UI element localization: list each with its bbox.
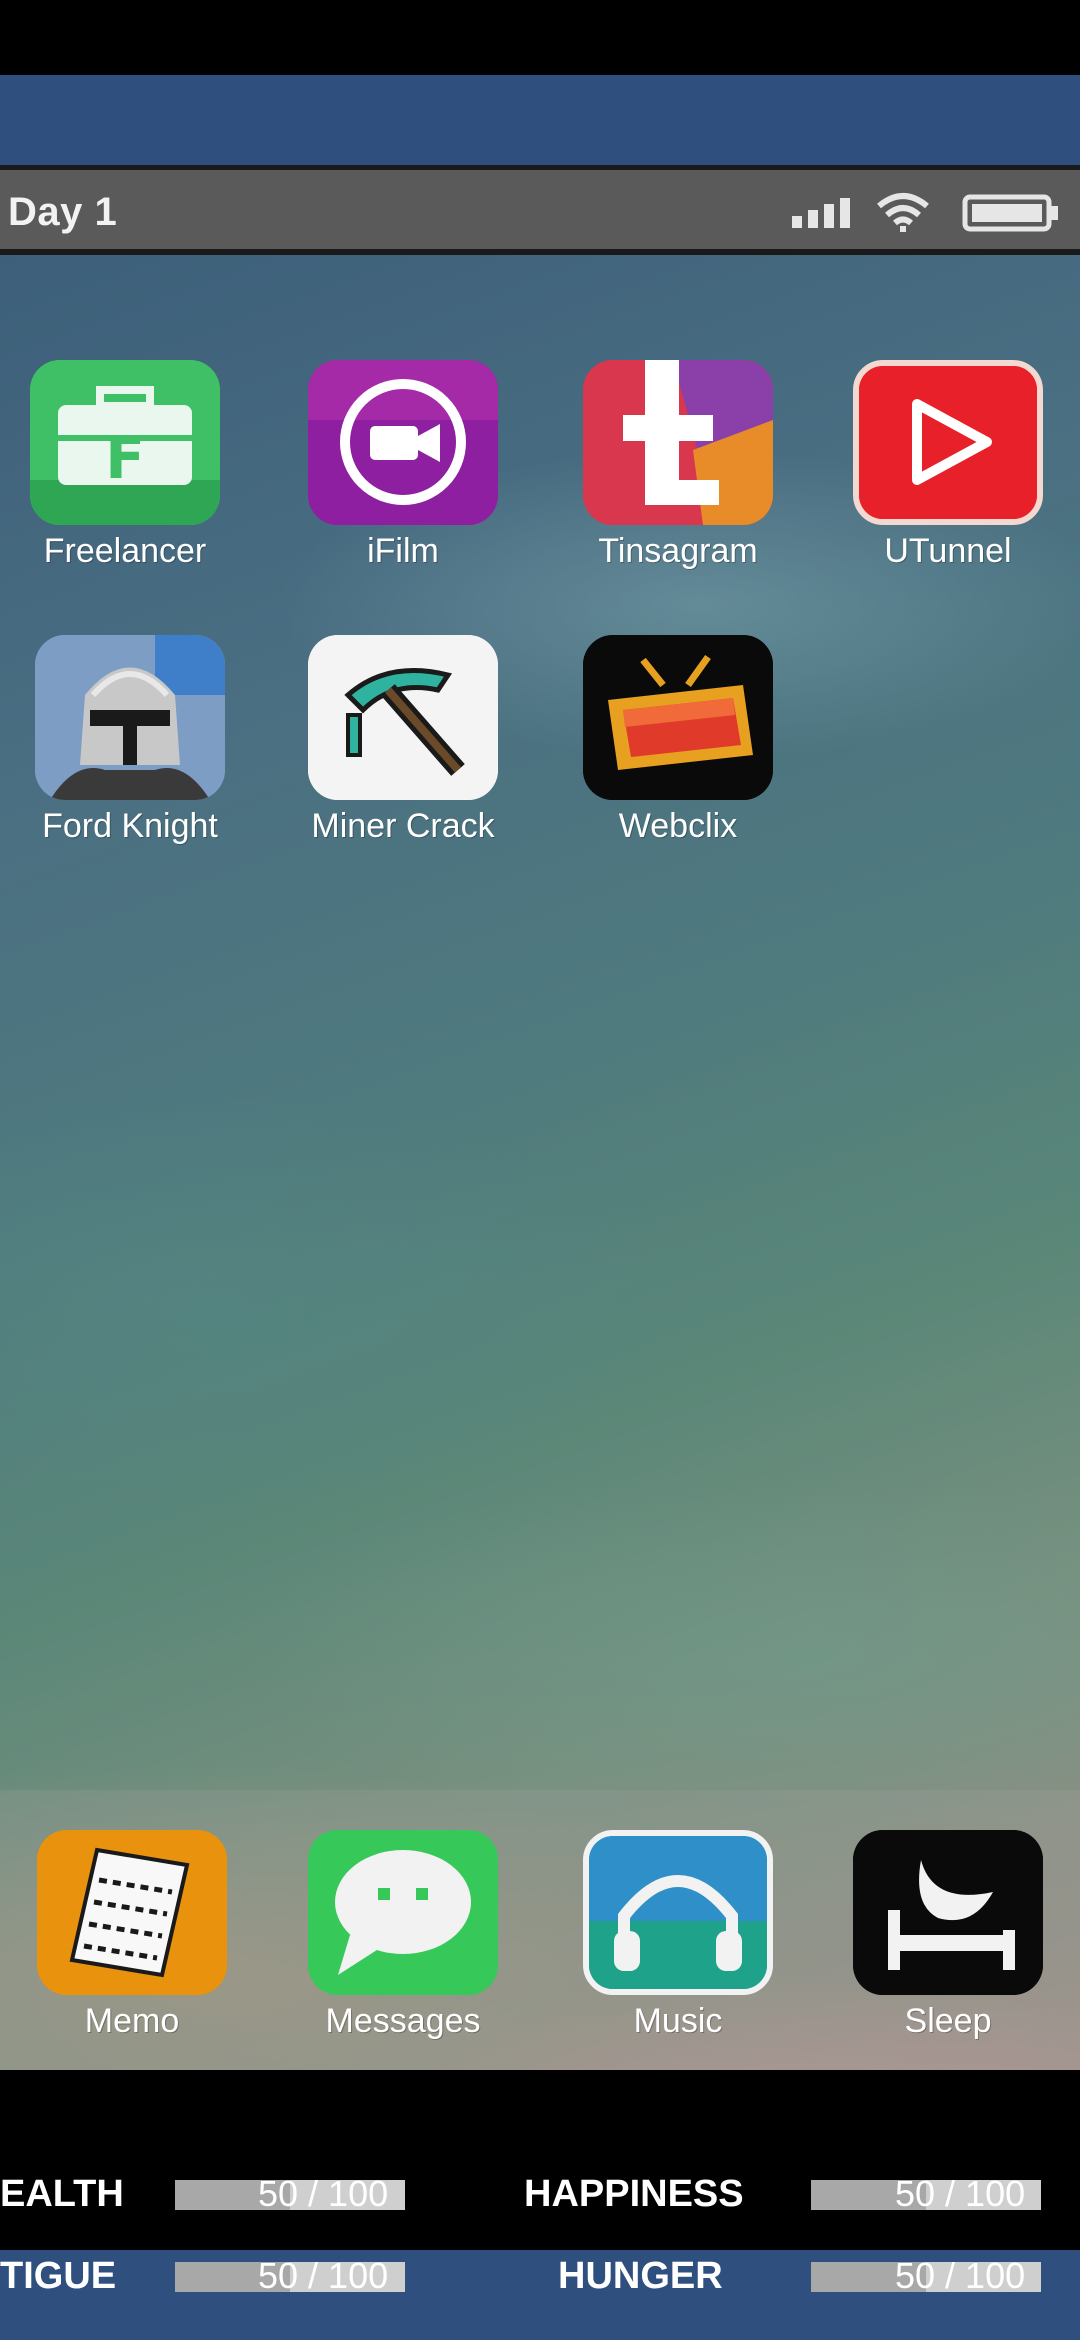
app-label: Freelancer	[43, 532, 207, 570]
app-tinsagram[interactable]: Tinsagram	[558, 360, 798, 590]
top-black-band	[0, 0, 1080, 75]
dock: Memo Messages Music Sleep	[0, 1790, 1080, 2070]
happiness-value: 50 / 100	[895, 2173, 1026, 2214]
utunnel-play-icon	[853, 360, 1043, 525]
health-value: 50 / 100	[258, 2173, 389, 2214]
app-label: Webclix	[618, 807, 738, 845]
app-ford-knight[interactable]: Ford Knight	[10, 635, 250, 865]
tinsagram-t-icon	[583, 360, 773, 525]
dock-app-music[interactable]: Music	[558, 1830, 798, 2060]
app-label: Memo	[84, 2002, 180, 2040]
music-headphones-icon	[583, 1830, 773, 1995]
app-utunnel[interactable]: UTunnel	[828, 360, 1068, 590]
day-label: Day 1	[8, 190, 118, 234]
app-miner-crack[interactable]: Miner Crack	[283, 635, 523, 865]
health-label: EALTH	[0, 2173, 124, 2215]
app-label: Sleep	[904, 2002, 992, 2040]
wifi-icon	[877, 193, 929, 232]
stats-panel: EALTH 50 / 100 HAPPINESS 50 / 100 TIGUE …	[0, 2070, 1080, 2340]
svg-text:F: F	[105, 424, 145, 492]
status-bar: Day 1	[0, 165, 1080, 255]
app-label: Ford Knight	[42, 807, 218, 845]
app-webclix[interactable]: Webclix	[558, 635, 798, 865]
app-label: iFilm	[367, 532, 439, 570]
memo-notepad-icon	[37, 1830, 227, 1995]
app-label: Tinsagram	[598, 532, 758, 570]
app-label: Music	[633, 2002, 723, 2040]
app-freelancer[interactable]: F Freelancer	[5, 360, 245, 590]
top-blue-band	[0, 75, 1080, 165]
hunger-value: 50 / 100	[895, 2255, 1026, 2296]
ifilm-camera-icon	[308, 360, 498, 525]
sleep-bed-moon-icon	[853, 1830, 1043, 1995]
home-screen: F Freelancer iFilm Tinsagram UTunnel For…	[0, 255, 1080, 2070]
freelancer-briefcase-icon: F	[30, 360, 220, 525]
fatigue-label: TIGUE	[0, 2255, 117, 2297]
dock-app-messages[interactable]: Messages	[283, 1830, 523, 2060]
battery-icon	[962, 194, 1058, 232]
miner-crack-pickaxe-icon	[308, 635, 498, 800]
hunger-label: HUNGER	[558, 2255, 723, 2297]
dock-app-sleep[interactable]: Sleep	[828, 1830, 1068, 2060]
messages-bubble-icon	[308, 1830, 498, 1995]
app-label: Messages	[325, 2002, 481, 2040]
app-label: UTunnel	[884, 532, 1012, 570]
dock-app-memo[interactable]: Memo	[12, 1830, 252, 2060]
happiness-label: HAPPINESS	[524, 2173, 744, 2215]
ford-knight-helmet-icon	[35, 635, 225, 800]
app-ifilm[interactable]: iFilm	[283, 360, 523, 590]
app-label: Miner Crack	[311, 807, 495, 845]
webclix-tv-icon	[583, 635, 773, 800]
signal-icon	[792, 198, 850, 228]
fatigue-value: 50 / 100	[258, 2255, 389, 2296]
